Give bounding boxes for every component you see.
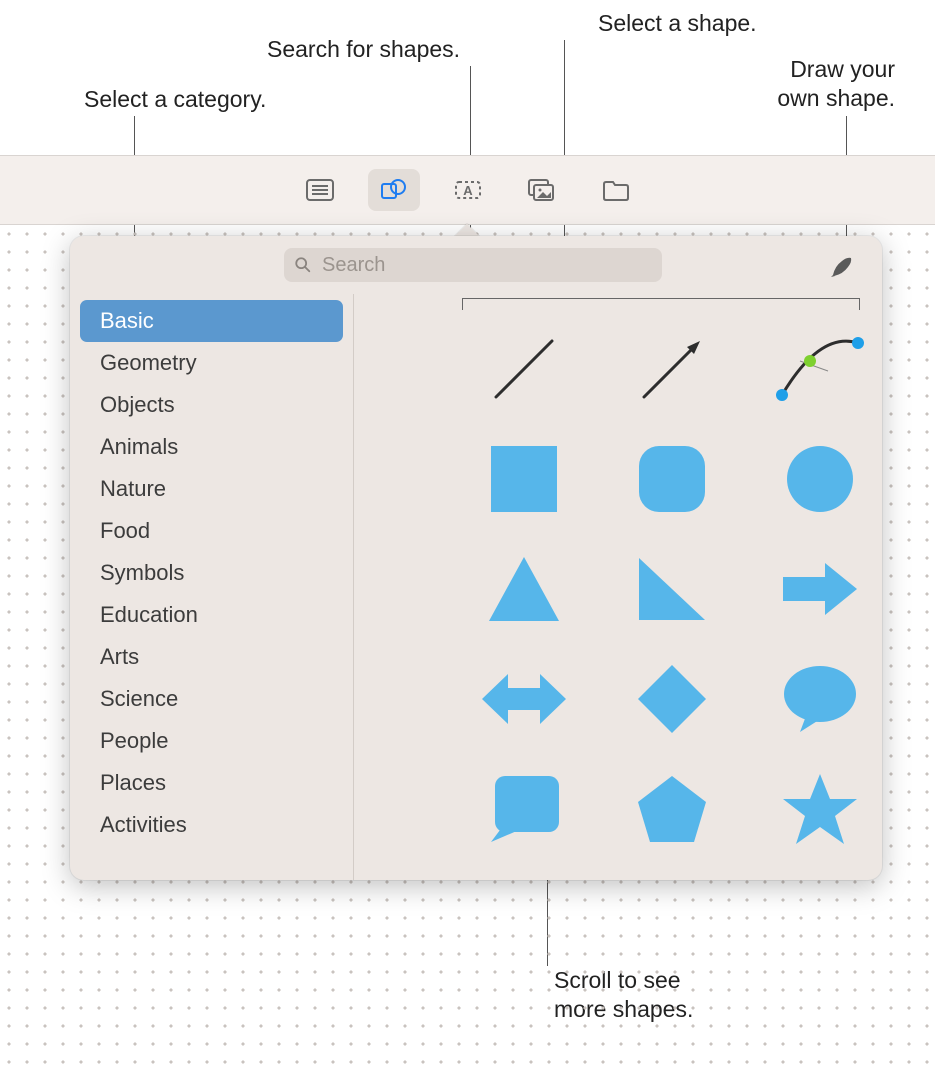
shape-curve-editor[interactable] xyxy=(746,314,882,424)
shape-speech-bubble[interactable] xyxy=(746,644,882,754)
shape-arrow-left-right[interactable] xyxy=(450,644,598,754)
sidebar-item-basic[interactable]: Basic xyxy=(80,300,343,342)
sidebar-item-label: Geometry xyxy=(100,350,197,376)
sidebar-item-label: Arts xyxy=(100,644,139,670)
shapes-grid xyxy=(450,314,882,864)
popover-header xyxy=(70,236,882,294)
callout-select-category: Select a category. xyxy=(84,85,266,114)
shape-triangle[interactable] xyxy=(450,534,598,644)
main-toolbar: A xyxy=(0,155,935,225)
shape-arrow-line[interactable] xyxy=(598,314,746,424)
callout-select-shape: Select a shape. xyxy=(598,9,757,38)
shape-line[interactable] xyxy=(450,314,598,424)
sidebar-item-label: Symbols xyxy=(100,560,184,586)
sidebar-item-education[interactable]: Education xyxy=(80,594,343,636)
sidebar-item-label: Food xyxy=(100,518,150,544)
list-icon[interactable] xyxy=(294,169,346,211)
sidebar-item-science[interactable]: Science xyxy=(80,678,343,720)
sidebar-item-label: Basic xyxy=(100,308,154,334)
sidebar-item-nature[interactable]: Nature xyxy=(80,468,343,510)
sidebar-item-label: People xyxy=(100,728,169,754)
callout-draw-shape: Draw your own shape. xyxy=(777,55,895,113)
shapes-area xyxy=(354,294,882,880)
shape-callout-box[interactable] xyxy=(450,754,598,864)
shape-bracket xyxy=(462,298,860,310)
sidebar-item-food[interactable]: Food xyxy=(80,510,343,552)
textbox-icon[interactable]: A xyxy=(442,169,494,211)
sidebar-item-label: Nature xyxy=(100,476,166,502)
folder-icon[interactable] xyxy=(590,169,642,211)
sidebar-item-label: Science xyxy=(100,686,178,712)
sidebar-item-people[interactable]: People xyxy=(80,720,343,762)
shape-right-triangle[interactable] xyxy=(598,534,746,644)
shape-pentagon[interactable] xyxy=(598,754,746,864)
sidebar-item-activities[interactable]: Activities xyxy=(80,804,343,846)
popover-body: Basic Geometry Objects Animals Nature Fo… xyxy=(70,294,882,880)
sidebar-item-arts[interactable]: Arts xyxy=(80,636,343,678)
shape-rounded-square[interactable] xyxy=(598,424,746,534)
popover-pointer xyxy=(454,223,480,237)
search-icon xyxy=(294,256,312,274)
category-sidebar: Basic Geometry Objects Animals Nature Fo… xyxy=(70,294,354,880)
sidebar-item-label: Education xyxy=(100,602,198,628)
shape-star[interactable] xyxy=(746,754,882,864)
sidebar-item-label: Activities xyxy=(100,812,187,838)
search-input[interactable] xyxy=(320,253,652,278)
shapes-icon[interactable] xyxy=(368,169,420,211)
sidebar-item-geometry[interactable]: Geometry xyxy=(80,342,343,384)
sidebar-item-label: Animals xyxy=(100,434,178,460)
shape-square[interactable] xyxy=(450,424,598,534)
shape-diamond[interactable] xyxy=(598,644,746,754)
search-field-wrap[interactable] xyxy=(284,248,662,282)
callout-search-shapes: Search for shapes. xyxy=(267,35,460,64)
sidebar-item-label: Objects xyxy=(100,392,175,418)
sidebar-item-symbols[interactable]: Symbols xyxy=(80,552,343,594)
shapes-popover: Basic Geometry Objects Animals Nature Fo… xyxy=(70,236,882,880)
draw-shape-button[interactable] xyxy=(824,250,860,282)
pen-icon xyxy=(828,254,856,278)
svg-text:A: A xyxy=(463,183,473,198)
shape-circle[interactable] xyxy=(746,424,882,534)
shape-arrow-right[interactable] xyxy=(746,534,882,644)
media-icon[interactable] xyxy=(516,169,568,211)
sidebar-item-places[interactable]: Places xyxy=(80,762,343,804)
sidebar-item-animals[interactable]: Animals xyxy=(80,426,343,468)
sidebar-item-objects[interactable]: Objects xyxy=(80,384,343,426)
sidebar-item-label: Places xyxy=(100,770,166,796)
